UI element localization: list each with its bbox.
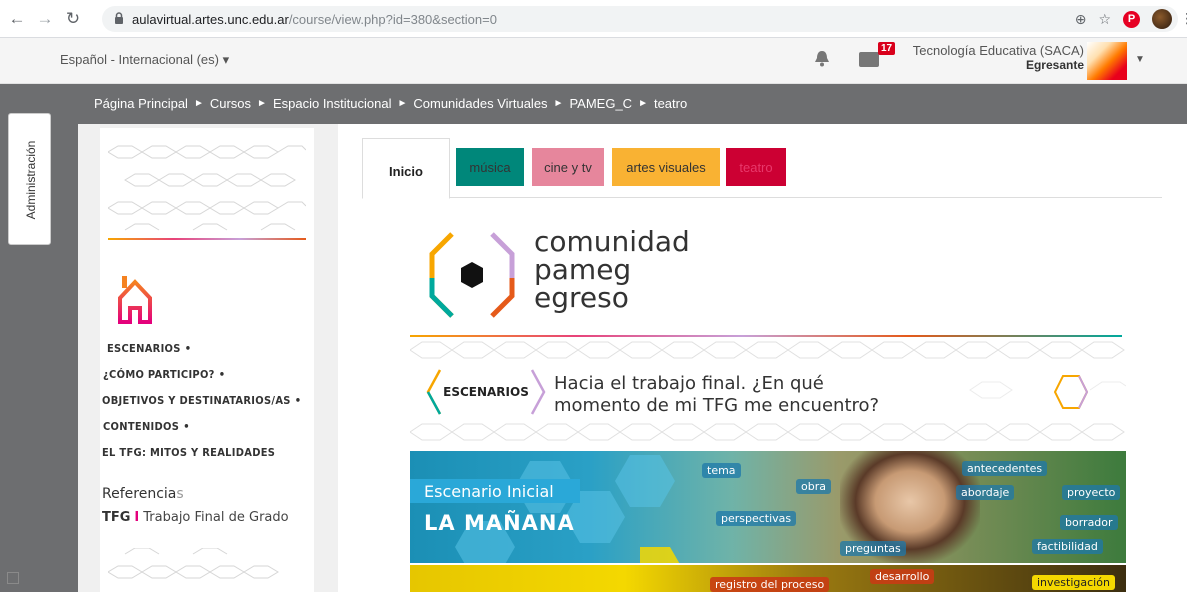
home-icon[interactable]: [116, 272, 154, 326]
zoom-icon[interactable]: ⊕: [1075, 11, 1087, 28]
more-icon[interactable]: ⋮: [1180, 10, 1187, 27]
notifications-icon[interactable]: [814, 50, 830, 68]
menu-item-como-participo[interactable]: ¿CÓMO PARTICIPO? •: [100, 362, 301, 388]
keyword-chip: proyecto: [1062, 485, 1121, 500]
user-name: Tecnología Educativa (SACA): [912, 43, 1084, 58]
breadcrumb-separator-icon: ►: [638, 98, 648, 109]
sidebar-menu: ESCENARIOS • ¿CÓMO PARTICIPO? • OBJETIVOS …: [100, 336, 301, 466]
section-tabs: Inicio música cine y tv artes visuales t…: [362, 138, 1162, 199]
pameg-logo-text: comunidad pameg egreso: [534, 225, 690, 314]
keyword-chip: abordaje: [956, 485, 1015, 500]
hexagon-pattern-bottom: [108, 548, 279, 579]
message-count-badge: 17: [878, 42, 896, 55]
menu-item-objetivos[interactable]: OBJETIVOS Y DESTINATARIOS/AS •: [100, 388, 301, 414]
tab-cine-y-tv[interactable]: cine y tv: [532, 148, 604, 186]
pinterest-icon[interactable]: P: [1123, 10, 1140, 28]
address-bar[interactable]: aulavirtual.artes.unc.edu.ar/course/view…: [102, 6, 1178, 32]
url-host: aulavirtual.artes.unc.edu.ar: [132, 11, 289, 27]
escenarios-badge: ESCENARIOS: [443, 385, 529, 399]
breadcrumb-item[interactable]: Cursos: [210, 96, 251, 111]
keyword-chip: obra: [796, 479, 831, 494]
lock-icon: [114, 11, 124, 27]
keyword-chip: perspectivas: [716, 511, 797, 526]
escenario-title: LA MAÑANA: [424, 511, 575, 535]
keyword-chip: tema: [702, 463, 741, 478]
small-hexagon-icon: [1054, 375, 1088, 409]
site-header: Español - Internacional (es) ▾ 17 Tecnol…: [0, 38, 1187, 84]
star-icon[interactable]: ☆: [1098, 11, 1111, 28]
escenario-tag: Escenario Inicial: [410, 479, 580, 503]
keyword-chip: desarrollo: [870, 569, 935, 584]
language-selector[interactable]: Español - Internacional (es) ▾: [60, 52, 229, 68]
pameg-logo-icon: [429, 232, 515, 318]
breadcrumb-separator-icon: ►: [257, 98, 267, 109]
keyword-chip: antecedentes: [962, 461, 1048, 476]
administration-label: Administración: [23, 140, 38, 220]
caret-down-icon[interactable]: ▼: [1135, 54, 1145, 65]
breadcrumb-bar: Página Principal ► Cursos ► Espacio Inst…: [0, 84, 1187, 124]
tab-artes-visuales[interactable]: artes visuales: [612, 148, 720, 186]
escenario-desarrollo-image[interactable]: registro del proceso desarrollo investig…: [410, 565, 1126, 592]
hexagon-pattern: [108, 145, 306, 231]
forward-icon[interactable]: →: [34, 8, 56, 30]
escenarios-heading: Hacia el trabajo final. ¿En qué momento …: [554, 373, 880, 416]
logo-divider: [410, 335, 1122, 337]
dock-icon[interactable]: [7, 572, 19, 584]
breadcrumb-separator-icon: ►: [193, 98, 204, 109]
browser-toolbar: ← → ↻ aulavirtual.artes.unc.edu.ar/cours…: [0, 0, 1187, 38]
breadcrumb-item[interactable]: Comunidades Virtuales: [413, 96, 547, 111]
escenarios-banner[interactable]: ESCENARIOS Hacia el trabajo final. ¿En q…: [410, 340, 1126, 444]
breadcrumb-separator-icon: ►: [397, 98, 408, 109]
profile-avatar[interactable]: [1152, 9, 1172, 29]
keyword-chip: factibilidad: [1032, 539, 1103, 554]
url-path: /course/view.php?id=380&section=0: [288, 11, 497, 27]
references-entry: TFG I Trabajo Final de Grado: [102, 510, 289, 525]
user-avatar[interactable]: [1087, 42, 1127, 80]
menu-item-contenidos[interactable]: CONTENIDOS •: [100, 414, 301, 440]
breadcrumb-separator-icon: ►: [553, 98, 564, 109]
keyword-chip: preguntas: [840, 541, 906, 556]
sidebar-panel: ESCENARIOS • ¿CÓMO PARTICIPO? • OBJETIVOS …: [100, 128, 314, 592]
gradient-divider: [108, 238, 306, 240]
keyword-chip: borrador: [1060, 515, 1118, 530]
back-icon[interactable]: ←: [6, 8, 28, 30]
messages-icon[interactable]: [859, 52, 879, 67]
left-rail: Administración: [0, 113, 78, 592]
user-role: Egresante: [1025, 58, 1084, 72]
reload-icon[interactable]: ↻: [62, 8, 84, 30]
administration-tab[interactable]: Administración: [8, 113, 51, 245]
menu-item-escenarios[interactable]: ESCENARIOS •: [100, 336, 301, 362]
breadcrumb-item[interactable]: PAMEG_C: [569, 96, 632, 111]
escenario-inicial-image[interactable]: Escenario Inicial LA MAÑANA tema obra pe…: [410, 451, 1126, 563]
breadcrumb-item-current[interactable]: teatro: [654, 96, 687, 111]
tab-inicio[interactable]: Inicio: [362, 138, 450, 199]
breadcrumb-item[interactable]: Página Principal: [94, 96, 188, 111]
keyword-chip: investigación: [1032, 575, 1115, 590]
keyword-chip: registro del proceso: [710, 577, 830, 592]
user-menu[interactable]: Tecnología Educativa (SACA) Egresante: [906, 43, 1084, 73]
tab-musica[interactable]: música: [456, 148, 524, 186]
breadcrumb: Página Principal ► Cursos ► Espacio Inst…: [94, 96, 687, 111]
tab-teatro[interactable]: teatro: [726, 148, 786, 186]
menu-item-tfg-mitos[interactable]: EL TFG: MITOS Y REALIDADES: [100, 440, 301, 466]
breadcrumb-item[interactable]: Espacio Institucional: [273, 96, 392, 111]
references-title: Referencias: [102, 486, 184, 502]
